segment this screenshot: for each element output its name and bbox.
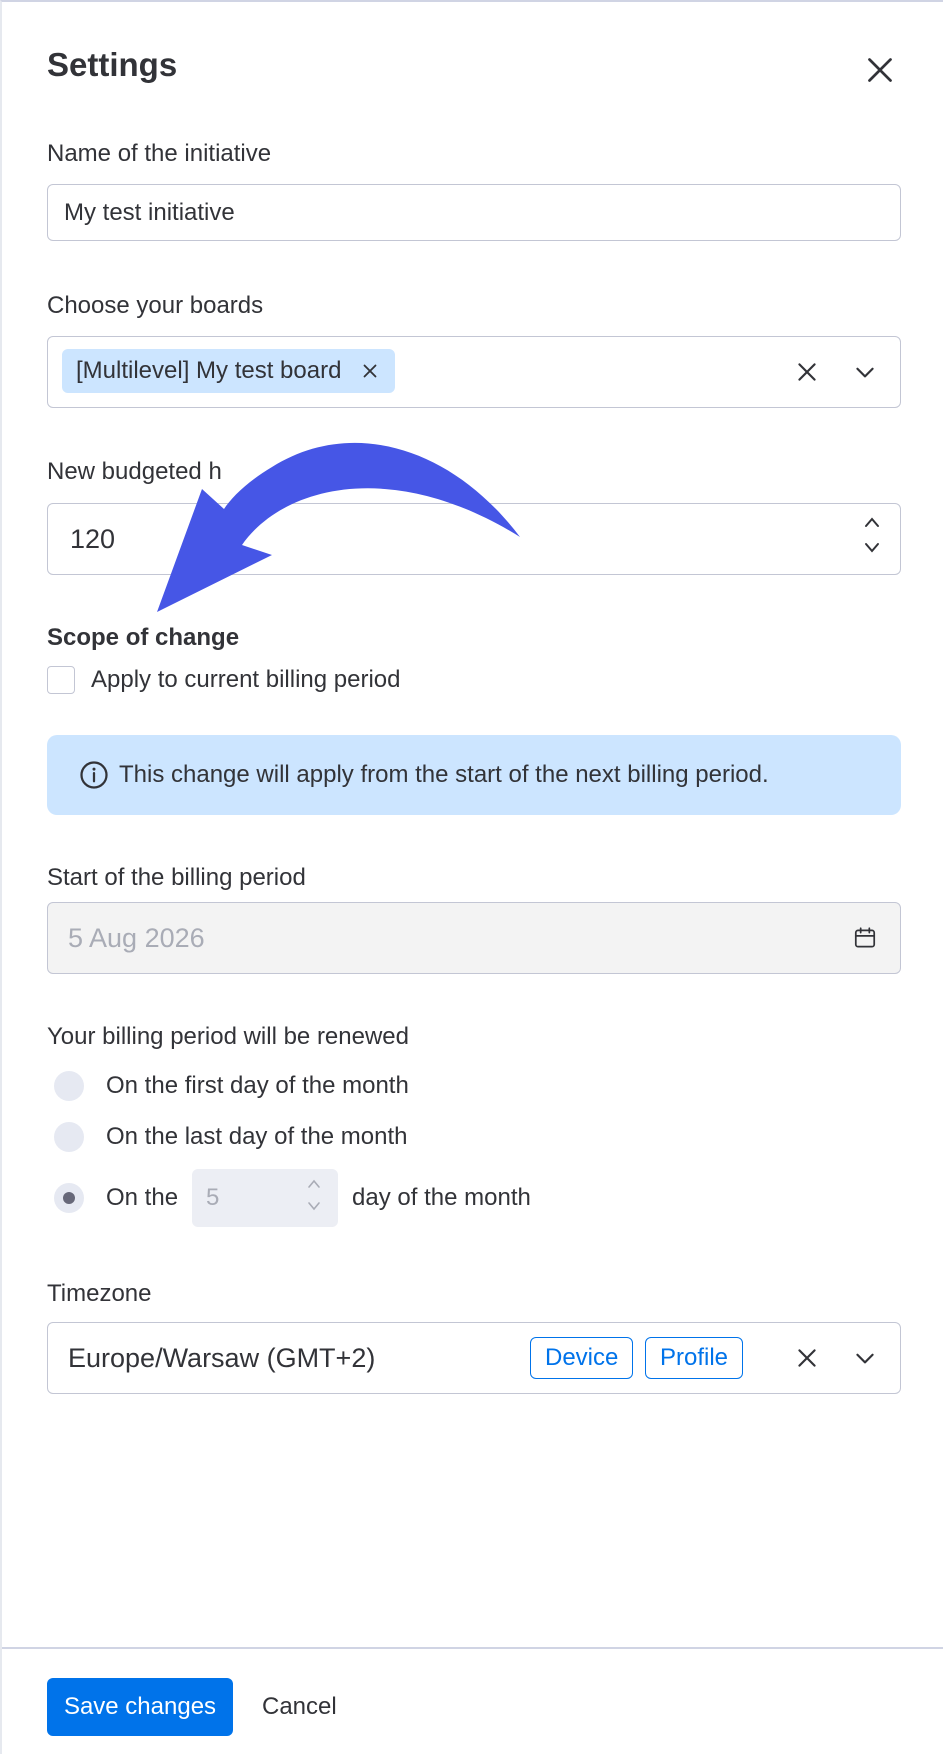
renew-custom-day-radio[interactable]: [54, 1183, 84, 1213]
initiative-name-input[interactable]: My test initiative: [47, 184, 901, 241]
chevron-down-icon[interactable]: [862, 540, 882, 556]
boards-select[interactable]: [Multilevel] My test board: [47, 336, 901, 408]
custom-day-stepper[interactable]: [306, 1177, 322, 1213]
timezone-label: Timezone: [47, 1280, 152, 1307]
calendar-icon[interactable]: [852, 903, 878, 973]
renew-first-day-radio[interactable]: [54, 1071, 84, 1101]
boards-label: Choose your boards: [47, 292, 264, 319]
renew-last-day-option[interactable]: On the last day of the month: [54, 1122, 408, 1152]
chip-remove-icon[interactable]: [359, 360, 381, 382]
billing-start-date-input[interactable]: 5 Aug 2026: [47, 902, 901, 974]
timezone-select[interactable]: Europe/Warsaw (GMT+2) Device Profile: [47, 1322, 901, 1394]
initiative-name-value: My test initiative: [64, 198, 235, 226]
close-button[interactable]: [862, 52, 898, 88]
info-text: This change will apply from the start of…: [119, 761, 769, 788]
footer-divider: [2, 1647, 943, 1649]
info-icon: [80, 761, 108, 789]
timezone-device-tag[interactable]: Device: [530, 1337, 634, 1379]
scope-title: Scope of change: [47, 624, 240, 651]
chevron-down-icon[interactable]: [306, 1200, 322, 1213]
apply-current-period-row[interactable]: Apply to current billing period: [47, 666, 401, 694]
billing-start-label: Start of the billing period: [47, 864, 306, 891]
timezone-profile-tag[interactable]: Profile: [645, 1337, 744, 1379]
board-chip: [Multilevel] My test board: [62, 349, 396, 393]
board-chip-label: [Multilevel] My test board: [76, 357, 342, 384]
apply-current-period-label: Apply to current billing period: [91, 666, 401, 693]
budget-input[interactable]: 120: [47, 503, 901, 575]
initiative-name-label: Name of the initiative: [47, 140, 272, 167]
settings-panel: Settings Name of the initiative My test …: [0, 0, 943, 1754]
custom-day-value: 5: [206, 1184, 220, 1211]
budget-stepper[interactable]: [862, 514, 886, 556]
page-title: Settings: [47, 46, 178, 83]
chevron-down-icon[interactable]: [852, 337, 878, 407]
chevron-up-icon[interactable]: [306, 1177, 322, 1190]
clear-boards-icon[interactable]: [794, 337, 820, 407]
clear-timezone-icon[interactable]: [794, 1323, 820, 1393]
renew-first-day-option[interactable]: On the first day of the month: [54, 1071, 409, 1101]
renewal-label: Your billing period will be renewed: [47, 1023, 410, 1050]
renew-custom-suffix: day of the month: [352, 1184, 531, 1211]
renew-last-day-radio[interactable]: [54, 1122, 84, 1152]
save-changes-button[interactable]: Save changes: [47, 1678, 233, 1736]
budget-label: New budgeted h: [47, 458, 222, 485]
cancel-button[interactable]: Cancel: [254, 1678, 345, 1736]
chevron-down-icon[interactable]: [852, 1323, 878, 1393]
info-banner: This change will apply from the start of…: [47, 735, 901, 815]
chevron-up-icon[interactable]: [862, 514, 882, 530]
close-icon: [868, 58, 892, 82]
renew-last-day-label: On the last day of the month: [106, 1123, 408, 1150]
renew-custom-prefix: On the: [106, 1184, 179, 1211]
renew-first-day-label: On the first day of the month: [106, 1072, 409, 1099]
timezone-value: Europe/Warsaw (GMT+2): [68, 1342, 376, 1373]
apply-current-period-checkbox[interactable]: [47, 666, 75, 694]
renew-custom-day-option[interactable]: On the 5 day of the month: [54, 1169, 531, 1227]
custom-day-input[interactable]: 5: [192, 1169, 339, 1227]
billing-start-value: 5 Aug 2026: [68, 922, 205, 953]
budget-value: 120: [70, 523, 116, 554]
